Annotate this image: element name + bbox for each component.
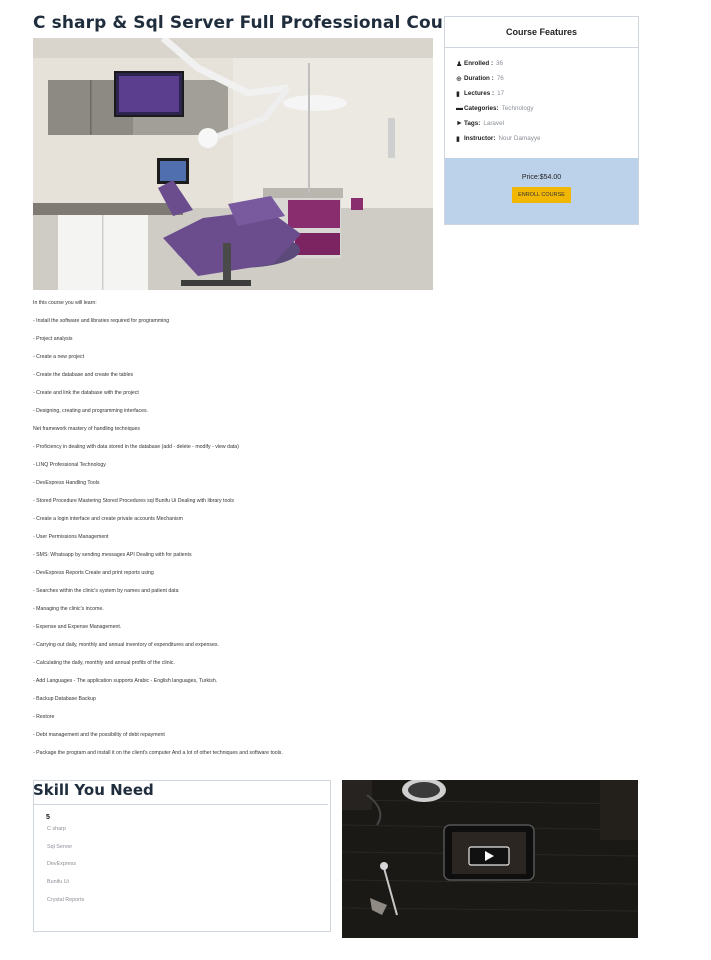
description-line: - Install the software and libraries req… [33, 318, 170, 324]
description-line: - User Permissions Management [33, 534, 109, 540]
course-title: C sharp & Sql Server Full Professional C… [33, 13, 474, 33]
tag-icon: ► [456, 120, 463, 127]
course-features-heading: Course Features [445, 17, 638, 48]
clock-icon: ⊕ [456, 75, 462, 83]
skill-item: C sharp [47, 826, 66, 832]
description-line: - Designing, creating and programming in… [33, 408, 149, 414]
description-line: - Backup Database Backup [33, 696, 96, 702]
description-line: - Stored Procedure Mastering Stored Proc… [33, 498, 234, 504]
user-icon: ♟ [456, 60, 463, 68]
feature-tags: ► Tags: Laravel [456, 120, 504, 127]
feature-categories: ▬ Categories: Technology [456, 105, 534, 112]
feature-duration: ⊕ Duration : 76 [456, 75, 504, 83]
skill-item: Crystal Reports [47, 897, 85, 903]
dental-clinic-photo [33, 38, 433, 290]
feature-enrolled: ♟ Enrolled : 36 [456, 60, 504, 68]
description-line: - Create a login interface and create pr… [33, 516, 183, 522]
course-hero-image [33, 38, 433, 290]
description-line: - Searches within the clinic's system by… [33, 588, 179, 594]
video-thumbnail [342, 780, 638, 938]
skills-card [33, 780, 331, 932]
folder-icon: ▬ [456, 105, 463, 112]
skill-item: DevExpress [47, 861, 77, 867]
description-line: - Debt management and the possibility of… [33, 732, 165, 738]
description-line: - SMS: Whatsapp by sending messages API … [33, 552, 192, 558]
price-panel: Price:$54.00 ENROLL COURSE [445, 158, 638, 224]
skills-count: 5 [46, 814, 50, 821]
skill-item: Bunifu Ui [47, 879, 69, 885]
description-line: - Managing the clinic's income. [33, 606, 104, 612]
description-line: - Restore [33, 714, 55, 720]
description-line: - LINQ Professional Technology [33, 462, 106, 468]
book-icon: ▮ [456, 90, 460, 98]
feature-lectures: ▮ Lectures : 17 [456, 90, 505, 98]
description-line: In this course you will learn: [33, 300, 97, 306]
description-line: - Project analysis [33, 336, 73, 342]
description-line: - Package the program and install it on … [33, 750, 283, 756]
description-line: - Create a new project [33, 354, 85, 360]
course-features-card: Course Features ♟ Enrolled : 36 ⊕ Durati… [444, 16, 639, 225]
description-line: - DevExpress Reports Create and print re… [33, 570, 154, 576]
description-line: - Add Languages - The application suppor… [33, 678, 218, 684]
description-line: - Create and link the database with the … [33, 390, 139, 396]
description-line: - Proficiency in dealing with data store… [33, 444, 239, 450]
course-features-list: ♟ Enrolled : 36 ⊕ Duration : 76 ▮ Lectur… [445, 48, 638, 146]
instructor-icon: ▮ [456, 135, 460, 143]
enroll-course-button[interactable]: ENROLL COURSE [512, 187, 571, 203]
course-video-player[interactable] [342, 780, 638, 938]
description-line: - Calculating the daily, monthly and ann… [33, 660, 175, 666]
description-line: Net framework mastery of handling techni… [33, 426, 140, 432]
description-line: - Create the database and create the tab… [33, 372, 134, 378]
skills-divider [34, 804, 328, 805]
description-line: - DevExpress Handling Tools [33, 480, 100, 486]
course-price: Price:$54.00 [521, 174, 562, 181]
description-line: - Expense and Expense Management. [33, 624, 122, 630]
feature-instructor: ▮ Instructor: Nour Damayye [456, 135, 541, 143]
description-line: - Carrying out daily, monthly and annual… [33, 642, 219, 648]
skills-heading: Skill You Need [33, 781, 154, 799]
skill-item: Sql Server [47, 844, 73, 850]
